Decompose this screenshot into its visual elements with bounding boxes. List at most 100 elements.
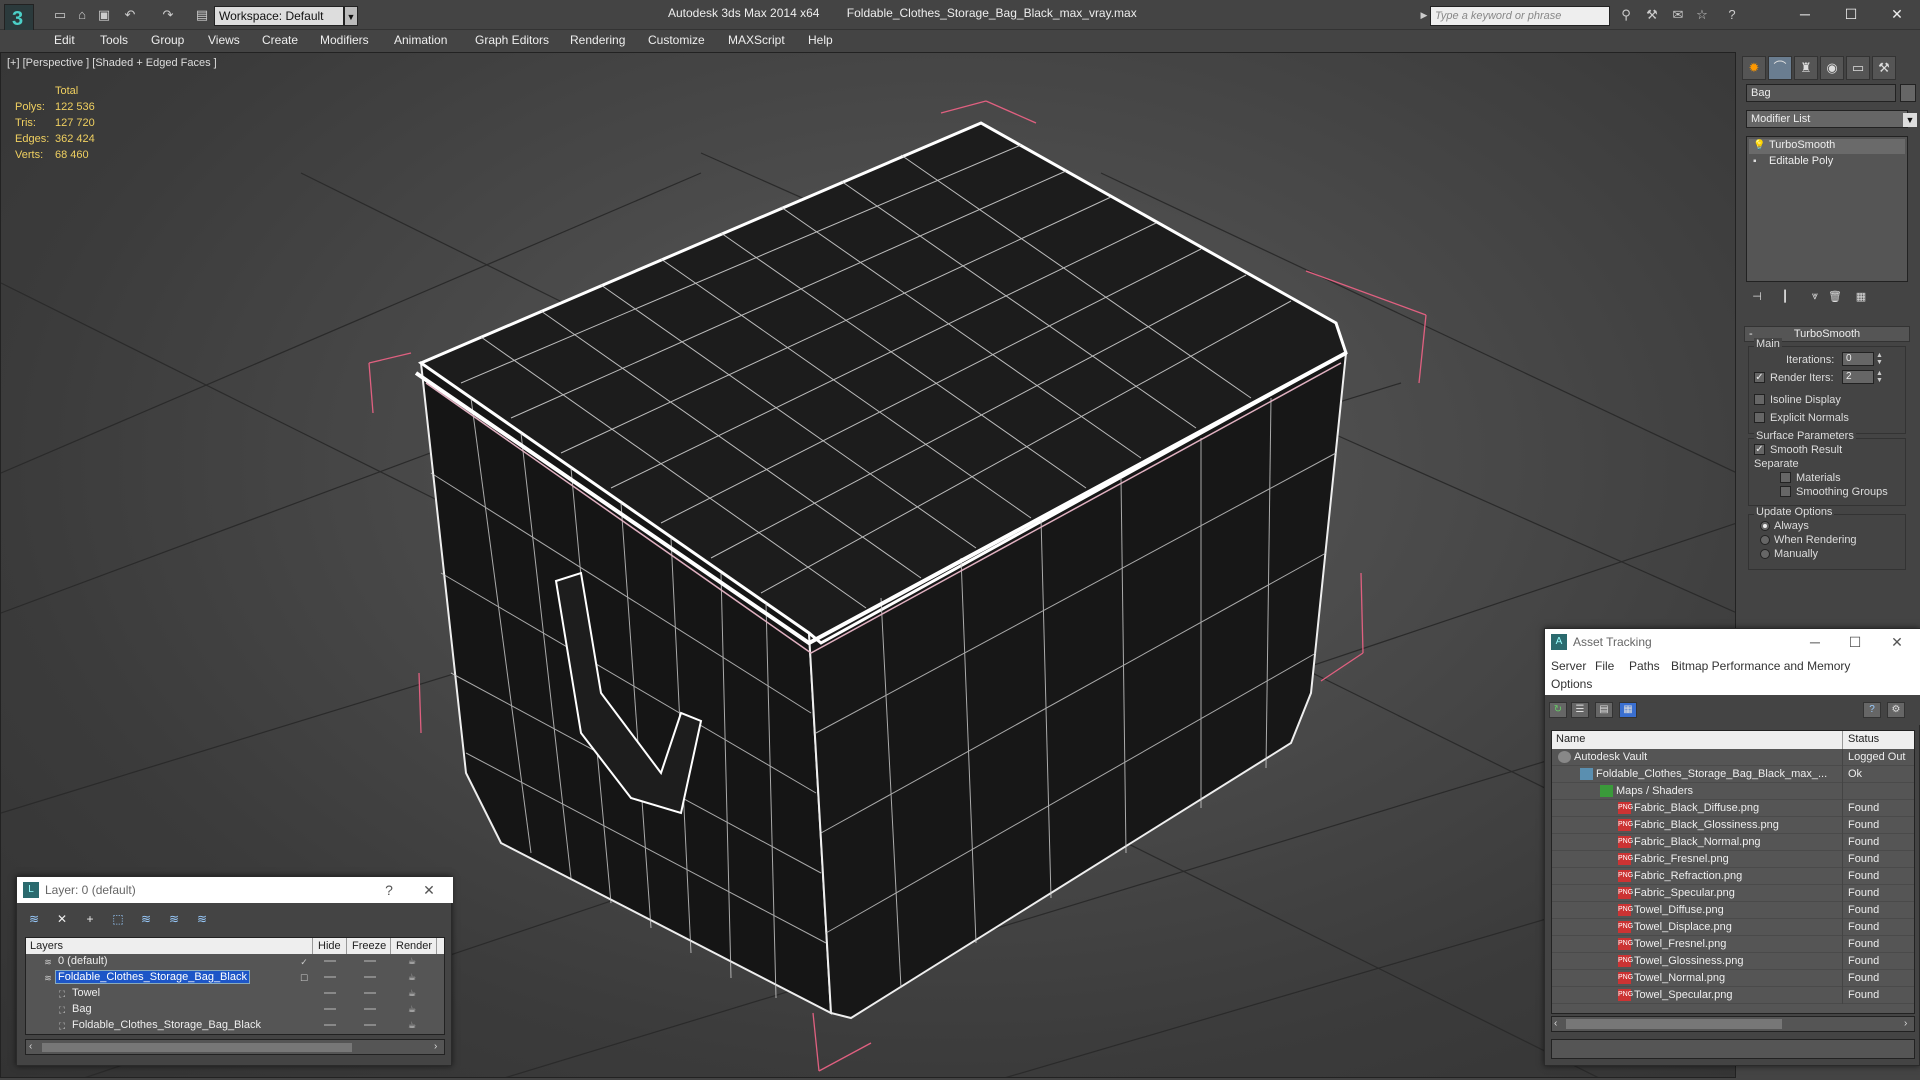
object-name-field[interactable]: Bag (1746, 84, 1896, 102)
column-separator[interactable] (1842, 731, 1843, 749)
create-tab-icon[interactable]: ✹ (1742, 56, 1766, 80)
column-header-hide[interactable]: Hide (318, 940, 341, 952)
maximize-button[interactable]: ☐ (1835, 629, 1875, 655)
layer-row[interactable]: ⛶ Towel ☕ (26, 986, 444, 1002)
layer-name[interactable]: Bag (70, 1003, 94, 1015)
remove-modifier-icon[interactable]: 🗑 (1826, 290, 1844, 306)
scroll-left-icon[interactable]: ‹ (29, 1041, 32, 1052)
configure-sets-icon[interactable]: ▦ (1852, 290, 1870, 306)
render-iters-spinner[interactable]: 2 (1842, 370, 1874, 384)
set-active-layer-icon[interactable]: ☐ (298, 972, 310, 984)
binoculars-icon[interactable]: ⚲ (1618, 7, 1634, 23)
scrollbar-thumb[interactable] (42, 1043, 352, 1052)
refresh-icon[interactable]: ↻ (1549, 702, 1567, 718)
list-view-icon[interactable]: ☰ (1571, 702, 1589, 718)
workspace-dropdown[interactable]: Workspace: Default (214, 6, 344, 26)
render-teapot-icon[interactable]: ☕ (408, 972, 420, 983)
update-when-rendering-radio[interactable] (1760, 535, 1770, 545)
help-icon[interactable]: ? (1724, 7, 1740, 23)
column-header-name[interactable]: Name (1556, 733, 1585, 745)
asset-row[interactable]: Autodesk Vault Logged Out (1552, 749, 1914, 766)
update-manually-radio[interactable] (1760, 549, 1770, 559)
render-teapot-icon[interactable]: ☕ (408, 956, 420, 967)
smoothing-groups-checkbox[interactable] (1780, 486, 1791, 497)
freeze-toggle[interactable] (364, 1024, 376, 1026)
freeze-toggle[interactable] (364, 1008, 376, 1010)
menu-create[interactable]: Create (262, 33, 298, 47)
hide-all-layers-icon[interactable]: ≋ (165, 911, 183, 927)
hide-toggle[interactable] (324, 992, 336, 994)
redo-icon[interactable]: ↷ (160, 7, 176, 23)
render-teapot-icon[interactable]: ☕ (408, 988, 420, 999)
delete-layer-icon[interactable]: ✕ (53, 911, 71, 927)
scroll-right-icon[interactable]: › (434, 1041, 437, 1052)
asset-row[interactable]: PNG Fabric_Black_Glossiness.png Found (1552, 817, 1914, 834)
asset-menu-paths[interactable]: Paths (1629, 659, 1660, 673)
asset-row[interactable]: PNG Fabric_Refraction.png Found (1552, 868, 1914, 885)
hide-toggle[interactable] (324, 1008, 336, 1010)
column-header-status[interactable]: Status (1848, 733, 1879, 745)
asset-row[interactable]: PNG Towel_Diffuse.png Found (1552, 902, 1914, 919)
save-file-icon[interactable]: ▣ (96, 7, 112, 23)
column-header-layers[interactable]: Layers (30, 940, 63, 952)
set-active-layer-icon[interactable] (298, 1004, 310, 1016)
active-layer-check-icon[interactable]: ✓ (298, 956, 310, 968)
help-icon[interactable]: ? (1863, 702, 1881, 718)
asset-row[interactable]: PNG Towel_Specular.png Found (1552, 987, 1914, 1004)
project-folder-icon[interactable]: ▤ (194, 7, 210, 23)
column-separator[interactable] (390, 938, 391, 954)
motion-tab-icon[interactable]: ◉ (1820, 56, 1844, 80)
set-active-layer-icon[interactable] (298, 988, 310, 1000)
render-teapot-icon[interactable]: ☕ (408, 1004, 420, 1015)
asset-row[interactable]: Maps / Shaders (1552, 783, 1914, 800)
update-always-radio[interactable] (1760, 521, 1770, 531)
menu-edit[interactable]: Edit (54, 33, 75, 47)
layer-name[interactable]: Foldable_Clothes_Storage_Bag_Black (55, 970, 250, 984)
asset-horizontal-scrollbar[interactable]: ‹ › (1551, 1016, 1915, 1032)
pin-stack-icon[interactable]: ⊣ (1748, 290, 1766, 306)
help-button[interactable]: ? (369, 877, 409, 903)
column-separator[interactable] (436, 938, 437, 954)
close-button[interactable]: ✕ (1874, 2, 1920, 26)
spinner-arrows-icon[interactable]: ▲ ▼ (1876, 370, 1884, 384)
layer-name[interactable]: 0 (default) (56, 955, 110, 967)
layer-name[interactable]: Towel (70, 987, 102, 999)
asset-row[interactable]: PNG Fabric_Black_Diffuse.png Found (1552, 800, 1914, 817)
freeze-toggle[interactable] (364, 976, 376, 978)
open-file-icon[interactable]: ⌂ (74, 7, 90, 23)
add-to-layer-icon[interactable]: + (81, 911, 99, 927)
asset-row[interactable]: PNG Towel_Displace.png Found (1552, 919, 1914, 936)
smooth-result-checkbox[interactable]: ✓ (1754, 444, 1765, 455)
search-input[interactable]: Type a keyword or phrase (1430, 6, 1610, 26)
expand-box-icon[interactable]: ▪ (1753, 156, 1757, 167)
create-layer-icon[interactable]: ≋ (25, 911, 43, 927)
hide-toggle[interactable] (324, 960, 336, 962)
hierarchy-tab-icon[interactable]: ♜ (1794, 56, 1818, 80)
hide-toggle[interactable] (324, 976, 336, 978)
freeze-toggle[interactable] (364, 960, 376, 962)
column-separator[interactable] (312, 938, 313, 954)
menu-help[interactable]: Help (808, 33, 833, 47)
render-teapot-icon[interactable]: ☕ (408, 1020, 420, 1031)
iterations-spinner[interactable]: 0 (1842, 352, 1874, 366)
asset-row[interactable]: PNG Fabric_Specular.png Found (1552, 885, 1914, 902)
scroll-right-icon[interactable]: › (1904, 1018, 1907, 1029)
make-unique-icon[interactable]: ⩔ (1806, 290, 1824, 306)
spinner-arrows-icon[interactable]: ▲ ▼ (1876, 352, 1884, 366)
column-separator[interactable] (346, 938, 347, 954)
menu-animation[interactable]: Animation (394, 33, 447, 47)
layer-table[interactable]: Layers Hide Freeze Render ≋ 0 (default) ✓ ☕… (25, 937, 445, 1035)
menu-rendering[interactable]: Rendering (570, 33, 625, 47)
highlight-layer-icon[interactable]: ≋ (137, 911, 155, 927)
stack-item-turbosmooth[interactable]: 💡 TurboSmooth (1749, 139, 1905, 154)
modifier-list-dropdown[interactable]: Modifier List ▼ (1746, 110, 1917, 128)
menu-group[interactable]: Group (151, 33, 184, 47)
layer-name[interactable]: Foldable_Clothes_Storage_Bag_Black (70, 1019, 263, 1031)
close-button[interactable]: ✕ (409, 877, 449, 903)
utilities-tab-icon[interactable]: ⚒ (1872, 56, 1896, 80)
maximize-button[interactable]: ☐ (1828, 2, 1874, 26)
stack-item-editable-poly[interactable]: ▪ Editable Poly (1749, 155, 1905, 170)
settings-icon[interactable]: ⚙ (1887, 702, 1905, 718)
show-end-result-icon[interactable]: ┃ (1776, 290, 1794, 306)
chevron-down-icon[interactable]: ▼ (1903, 113, 1917, 127)
